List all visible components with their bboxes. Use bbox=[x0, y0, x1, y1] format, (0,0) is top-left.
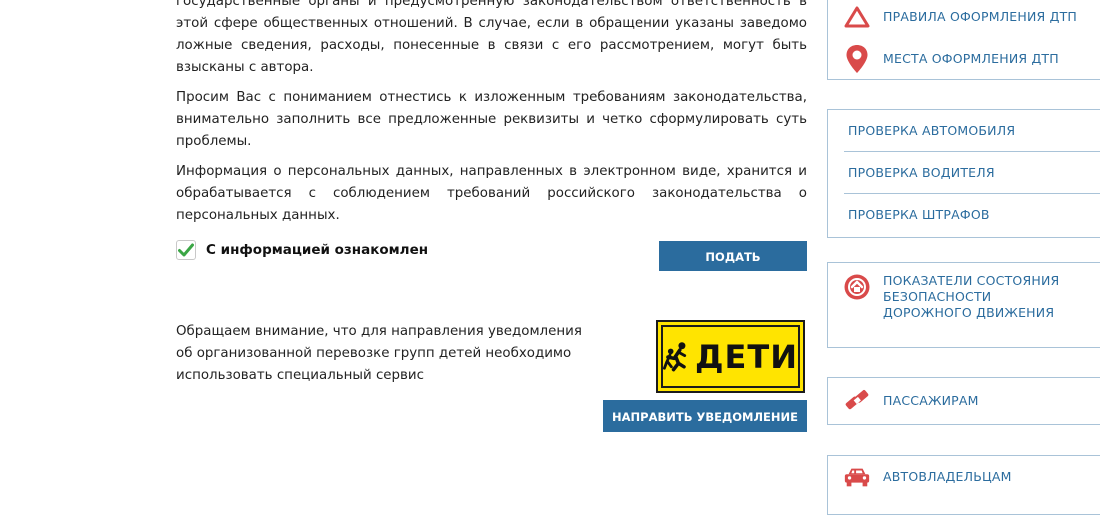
main-content: государственные органы и предусмотренную… bbox=[176, 0, 807, 235]
sidebar-item-check-car[interactable]: ПРОВЕРКА АВТОМОБИЛЯ bbox=[844, 110, 1100, 152]
submit-appeal-button[interactable]: ПОДАТЬ ОБРАЩЕНИЕ bbox=[659, 241, 807, 294]
sidebar-item-label: АВТОВЛАДЕЛЬЦАМ bbox=[883, 469, 1012, 484]
sidebar-accident-box: ПРАВИЛА ОФОРМЛЕНИЯ ДТП МЕСТА ОФОРМЛЕНИЯ … bbox=[827, 0, 1100, 80]
sidebar-passengers-box: ПАССАЖИРАМ bbox=[827, 377, 1100, 425]
sidebar-item-label: МЕСТА ОФОРМЛЕНИЯ ДТП bbox=[883, 51, 1059, 66]
notice-paragraph-3: Информация о персональных данных, направ… bbox=[176, 164, 807, 223]
sidebar-item-label: ПОКАЗАТЕЛИ СОСТОЯНИЯ БЕЗОПАСНОСТИ ДОРОЖН… bbox=[883, 273, 1060, 320]
notice-paragraph-1: государственные органы и предусмотренную… bbox=[176, 0, 807, 75]
agree-checkbox[interactable] bbox=[176, 240, 196, 260]
road-safety-icon bbox=[843, 273, 871, 301]
car-icon bbox=[843, 463, 871, 491]
sidebar-item-safety-indicators[interactable]: ПОКАЗАТЕЛИ СОСТОЯНИЯ БЕЗОПАСНОСТИ ДОРОЖН… bbox=[828, 263, 1100, 349]
sidebar-item-accident-places[interactable]: МЕСТА ОФОРМЛЕНИЯ ДТП bbox=[828, 39, 1100, 79]
seatbelt-icon bbox=[843, 387, 871, 415]
triangle-warning-icon bbox=[843, 3, 871, 31]
sidebar-safety-box: ПОКАЗАТЕЛИ СОСТОЯНИЯ БЕЗОПАСНОСТИ ДОРОЖН… bbox=[827, 262, 1100, 348]
running-children-icon bbox=[663, 341, 687, 371]
children-sign-text: ДЕТИ bbox=[695, 337, 798, 376]
sidebar-owners-box: АВТОВЛАДЕЛЬЦАМ bbox=[827, 455, 1100, 515]
sidebar-checks-box: ПРОВЕРКА АВТОМОБИЛЯ ПРОВЕРКА ВОДИТЕЛЯ ПР… bbox=[827, 109, 1100, 238]
sidebar-item-check-driver[interactable]: ПРОВЕРКА ВОДИТЕЛЯ bbox=[844, 152, 1100, 194]
sidebar-item-label: ПАССАЖИРАМ bbox=[883, 393, 979, 408]
sidebar-item-passengers[interactable]: ПАССАЖИРАМ bbox=[828, 378, 1100, 424]
sidebar-item-label: ПРОВЕРКА ВОДИТЕЛЯ bbox=[848, 164, 995, 180]
children-sign-link[interactable]: ДЕТИ bbox=[656, 320, 805, 393]
group-transport-notice: Обращаем внимание, что для направления у… bbox=[176, 324, 582, 383]
sidebar-item-check-fines[interactable]: ПРОВЕРКА ШТРАФОВ bbox=[844, 194, 1100, 235]
notice-paragraph-2: Просим Вас с пониманием отнестись к изло… bbox=[176, 90, 807, 149]
sidebar-item-label: ПРАВИЛА ОФОРМЛЕНИЯ ДТП bbox=[883, 8, 1078, 24]
sidebar-item-car-owners[interactable]: АВТОВЛАДЕЛЬЦАМ bbox=[828, 456, 1100, 498]
sidebar-item-label: ПРОВЕРКА АВТОМОБИЛЯ bbox=[848, 122, 1016, 138]
map-pin-icon bbox=[843, 45, 871, 73]
children-sign-frame: ДЕТИ bbox=[661, 325, 800, 388]
agree-label: С информацией ознакомлен bbox=[206, 242, 429, 258]
send-notification-button[interactable]: НАПРАВИТЬ УВЕДОМЛЕНИЕ bbox=[603, 400, 807, 432]
sidebar-item-accident-rules[interactable]: ПРАВИЛА ОФОРМЛЕНИЯ ДТП bbox=[828, 0, 1100, 39]
checkmark-icon bbox=[178, 243, 194, 257]
sidebar-item-label: ПРОВЕРКА ШТРАФОВ bbox=[848, 206, 990, 222]
agree-row: С информацией ознакомлен bbox=[176, 240, 428, 260]
